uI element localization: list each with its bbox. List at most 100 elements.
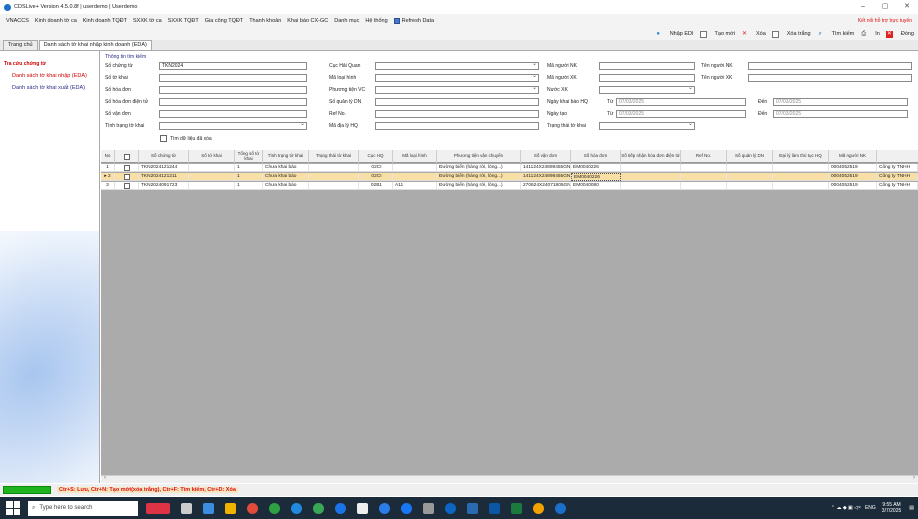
widget-icon[interactable] xyxy=(146,502,170,514)
cdslive-icon[interactable] xyxy=(555,502,566,514)
so-quan-ly-input[interactable] xyxy=(375,98,539,106)
ngay-khai-to[interactable]: 07/03/2025 xyxy=(773,98,908,106)
app-icon-gray[interactable] xyxy=(423,502,434,514)
language-indicator[interactable]: ENG xyxy=(865,505,876,511)
col-so-quan-ly[interactable]: Số quản lý DN xyxy=(727,150,773,163)
horizontal-scrollbar[interactable]: ‹ › xyxy=(101,475,918,483)
ngay-khai-from[interactable]: 07/03/2025 xyxy=(616,98,746,106)
skype-icon[interactable] xyxy=(445,502,456,514)
ngay-tao-from[interactable]: 07/03/2025 xyxy=(616,110,746,118)
import-edi-button[interactable]: ● Nhập EDI xyxy=(655,31,693,38)
search-button[interactable]: ⌕ Tìm kiếm xyxy=(817,31,854,38)
menu-thanh-khoan[interactable]: Thanh khoản xyxy=(249,18,281,24)
col-so-tiep-nhan[interactable]: Số tiếp nhận hóa đơn điện tử xyxy=(621,150,681,163)
cuc-hq-select[interactable] xyxy=(375,61,539,70)
ref-no-input[interactable] xyxy=(375,110,539,118)
sidebar-item-import-list[interactable]: Danh sách tờ khai nhập (EDA) xyxy=(12,73,87,79)
deleted-data-checkbox[interactable] xyxy=(160,135,167,142)
col-so-chung-tu[interactable]: Số chứng từ xyxy=(139,150,189,163)
menu-sxxk-tqdt[interactable]: SXXK TQĐT xyxy=(168,18,199,24)
so-chung-tu-input[interactable]: TKN2024 xyxy=(159,62,307,70)
sidebar-item-export-list[interactable]: Danh sách tờ khai xuất (EDA) xyxy=(12,85,85,91)
windows-start-icon[interactable] xyxy=(6,501,20,515)
tray-icons[interactable]: ⌃ ☁ ◆ ▣ ◁× xyxy=(831,505,861,511)
edge-icon[interactable] xyxy=(379,502,390,514)
support-link[interactable]: Kết nối hỗ trợ trực tuyến xyxy=(858,18,912,24)
facebook-icon[interactable] xyxy=(401,502,412,514)
outlook-icon[interactable] xyxy=(489,502,500,514)
restore-button[interactable]: ▢ xyxy=(874,0,896,14)
menu-gia-cong[interactable]: Gia công TQĐT xyxy=(205,18,243,24)
ma-loai-hinh-select[interactable] xyxy=(375,73,539,82)
ten-nguoi-xk-input[interactable] xyxy=(748,74,912,82)
table-row[interactable]: 1 TKN2024121244 1 Chưa khai báo 02CI Đườ… xyxy=(101,164,918,172)
select-all-checkbox[interactable] xyxy=(123,153,130,160)
col-tinh-trang[interactable]: Tình trạng tờ khai xyxy=(263,150,309,163)
col-ma-loai-hinh[interactable]: Mã loại hình xyxy=(393,150,437,163)
app-icon-yellow[interactable] xyxy=(533,502,544,514)
col-check[interactable] xyxy=(115,150,139,163)
print-button[interactable]: ⎙ In xyxy=(860,31,880,38)
scroll-right-icon[interactable]: › xyxy=(913,475,915,481)
col-tong-so[interactable]: Tổng số tờ khai xyxy=(235,150,263,163)
scroll-left-icon[interactable]: ‹ xyxy=(104,475,106,481)
col-trang-thai[interactable]: Trạng thái tờ khai xyxy=(309,150,359,163)
delete-button[interactable]: ✕ Xóa xyxy=(741,31,766,38)
app-icon-green[interactable] xyxy=(269,502,280,514)
taskbar-search-input[interactable]: ⌕ Type here to search xyxy=(28,500,138,516)
col-so-hoa-don[interactable]: Số hóa đơn xyxy=(571,150,621,163)
col-dai-ly[interactable]: Đại lý làm thủ tục HQ xyxy=(773,150,829,163)
mail-icon[interactable] xyxy=(467,502,478,514)
tab-import-list[interactable]: Danh sách tờ khai nhập kinh doanh (EDA) xyxy=(38,40,152,50)
col-so-van-don[interactable]: Số vận đơn xyxy=(521,150,571,163)
phuong-tien-select[interactable] xyxy=(375,85,539,94)
col-ma-nguoi-nk[interactable]: Mã người NK xyxy=(829,150,877,163)
task-view-icon[interactable] xyxy=(181,502,192,514)
ma-nguoi-xk-input[interactable] xyxy=(599,74,695,82)
ngay-tao-to[interactable]: 07/03/2025 xyxy=(773,110,908,118)
col-ten-nguoi-nk[interactable] xyxy=(877,150,918,163)
row-checkbox[interactable] xyxy=(124,174,130,180)
menu-refresh-data[interactable]: Refresh Data xyxy=(393,18,440,24)
trang-thai-select[interactable] xyxy=(599,121,695,130)
ma-nguoi-nk-input[interactable] xyxy=(599,62,695,70)
app-icon-circle[interactable] xyxy=(335,502,346,514)
col-ref-no[interactable]: Ref No. xyxy=(681,150,727,163)
menu-kd-tqdt[interactable]: Kinh doanh TQĐT xyxy=(83,18,127,24)
col-cuc-hq[interactable]: Cục HQ xyxy=(359,150,393,163)
row-checkbox[interactable] xyxy=(124,165,130,171)
close-button[interactable]: ✕ Đóng xyxy=(885,30,914,38)
so-hoa-don-input[interactable] xyxy=(159,86,307,94)
chrome-icon[interactable] xyxy=(313,502,324,514)
so-to-khai-input[interactable] xyxy=(159,74,307,82)
file-explorer-icon[interactable] xyxy=(225,502,236,514)
menu-he-thong[interactable]: Hệ thống xyxy=(365,18,387,24)
ma-dia-ly-input[interactable] xyxy=(375,122,539,130)
clock[interactable]: 9:55 AM 3/7/2025 xyxy=(882,502,901,514)
close-window-button[interactable]: ✕ xyxy=(896,0,918,14)
menu-sxxk-to-ca[interactable]: SXXK tờ ca xyxy=(133,18,162,24)
table-row[interactable]: 3 TKN2024091723 1 Chưa khai báo 02B1 A11… xyxy=(101,182,918,190)
col-so-to-khai[interactable]: Số tờ khai xyxy=(189,150,235,163)
nuoc-xk-select[interactable] xyxy=(599,85,695,94)
table-row-selected[interactable]: ▸ 2 TKN2024121211 1 Chưa khai báo 02CI Đ… xyxy=(101,173,918,181)
col-no[interactable]: No xyxy=(101,150,115,163)
clear-button[interactable]: Xóa trắng xyxy=(771,30,811,38)
notification-icon[interactable]: ▤ xyxy=(909,505,914,511)
ten-nguoi-nk-input[interactable] xyxy=(748,62,912,70)
so-van-don-input[interactable] xyxy=(159,110,307,118)
col-phuong-tien[interactable]: Phương tiện vận chuyển xyxy=(437,150,521,163)
new-button[interactable]: Tạo mới xyxy=(699,30,735,38)
minimize-button[interactable]: – xyxy=(852,0,874,14)
calendar-app-icon[interactable] xyxy=(203,502,214,514)
row-checkbox[interactable] xyxy=(124,183,130,189)
menu-kd-to-ca[interactable]: Kinh doanh tờ ca xyxy=(35,18,77,24)
tab-home[interactable]: Trang chủ xyxy=(3,40,38,50)
menu-khai-bao-cx[interactable]: Khai báo CX-GC xyxy=(287,18,328,24)
browser-icon[interactable] xyxy=(247,502,258,514)
app-icon-blue[interactable] xyxy=(291,502,302,514)
so-hddt-input[interactable] xyxy=(159,98,307,106)
menu-vnaccs[interactable]: VNACCS xyxy=(6,18,29,24)
tinh-trang-select[interactable] xyxy=(159,121,307,130)
teams-icon[interactable] xyxy=(357,502,368,514)
